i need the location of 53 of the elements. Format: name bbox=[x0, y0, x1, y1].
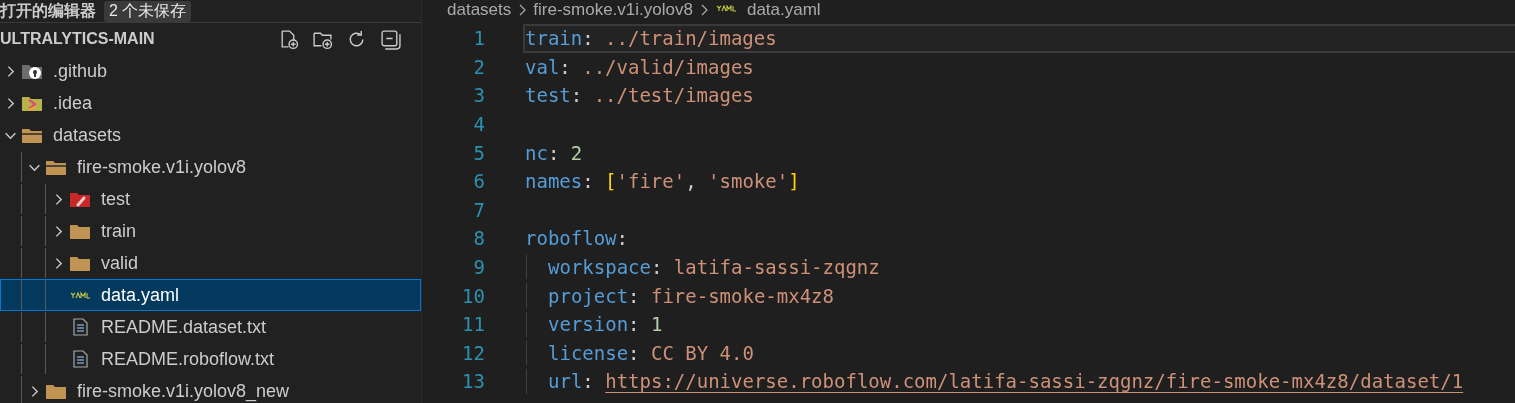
chevron-right-icon bbox=[517, 3, 528, 17]
code-line: url: https://universe.roboflow.com/latifa-sassi-zqgnz/fire-smoke-mx4z8/dataset/1 bbox=[547, 370, 1464, 393]
section-title: 打开的编辑器 bbox=[0, 0, 96, 21]
tree-item[interactable]: train bbox=[0, 215, 421, 247]
folder-icon bbox=[45, 158, 67, 176]
breadcrumb[interactable]: datasets bbox=[447, 0, 512, 20]
code-line: val: ../valid/images bbox=[525, 55, 754, 78]
line-number: 2 bbox=[472, 55, 486, 78]
yaml-file-icon bbox=[714, 5, 737, 15]
tree-item[interactable]: .idea bbox=[0, 87, 421, 119]
unsaved-badge: 2 个未保存 bbox=[104, 0, 192, 22]
line-number: 13 bbox=[461, 370, 486, 393]
folder-icon bbox=[21, 126, 43, 144]
github-folder-icon bbox=[21, 62, 43, 80]
tree-item[interactable]: valid bbox=[0, 247, 421, 279]
code-line: test: ../test/images bbox=[525, 84, 754, 107]
code-line: version: 1 bbox=[547, 313, 663, 336]
tree-item[interactable]: test bbox=[0, 183, 421, 215]
code-line: names: ['fire', 'smoke'] bbox=[525, 170, 800, 193]
line-number: 3 bbox=[472, 84, 486, 107]
tree-item[interactable]: README.roboflow.txt bbox=[0, 343, 421, 375]
code-line: license: CC BY 4.0 bbox=[547, 341, 754, 364]
line-number: 8 bbox=[472, 227, 486, 250]
tree-item[interactable]: fire-smoke.v1i.yolov8 bbox=[0, 151, 421, 183]
tree-item[interactable]: data.yaml bbox=[0, 279, 421, 311]
code-line: nc: 2 bbox=[525, 141, 583, 164]
line-number: 9 bbox=[472, 256, 486, 279]
folder-icon bbox=[69, 222, 91, 240]
tree-item[interactable]: README.dataset.txt bbox=[0, 311, 421, 343]
line-number: 4 bbox=[472, 113, 486, 136]
refresh-icon[interactable] bbox=[346, 28, 367, 50]
code-line: workspace: latifa-sassi-zqgnz bbox=[547, 256, 880, 279]
tree-item[interactable]: .github bbox=[0, 55, 421, 87]
folder-icon bbox=[69, 254, 91, 272]
collapse-all-icon[interactable] bbox=[380, 28, 401, 50]
line-number: 12 bbox=[461, 341, 486, 364]
folder-icon bbox=[45, 382, 67, 400]
tree-item[interactable]: fire-smoke.v1i.yolov8_new bbox=[0, 375, 421, 403]
line-number: 11 bbox=[461, 313, 486, 336]
idea-folder-icon bbox=[21, 94, 43, 112]
code-line: project: fire-smoke-mx4z8 bbox=[547, 284, 834, 307]
code-line: roboflow: bbox=[525, 227, 628, 250]
explorer-title[interactable]: ULTRALYTICS-MAIN bbox=[0, 30, 155, 48]
line-number: 7 bbox=[472, 198, 486, 221]
line-number: 1 bbox=[472, 27, 486, 50]
line-number: 10 bbox=[461, 284, 486, 307]
code-line: train: ../train/images bbox=[525, 27, 777, 50]
line-number: 5 bbox=[472, 141, 486, 164]
breadcrumb[interactable]: fire-smoke.v1i.yolov8 bbox=[533, 0, 693, 20]
line-number: 6 bbox=[472, 170, 486, 193]
breadcrumb[interactable]: data.yaml bbox=[714, 0, 821, 20]
tree-item[interactable]: datasets bbox=[0, 119, 421, 151]
test-folder-icon bbox=[69, 190, 91, 208]
